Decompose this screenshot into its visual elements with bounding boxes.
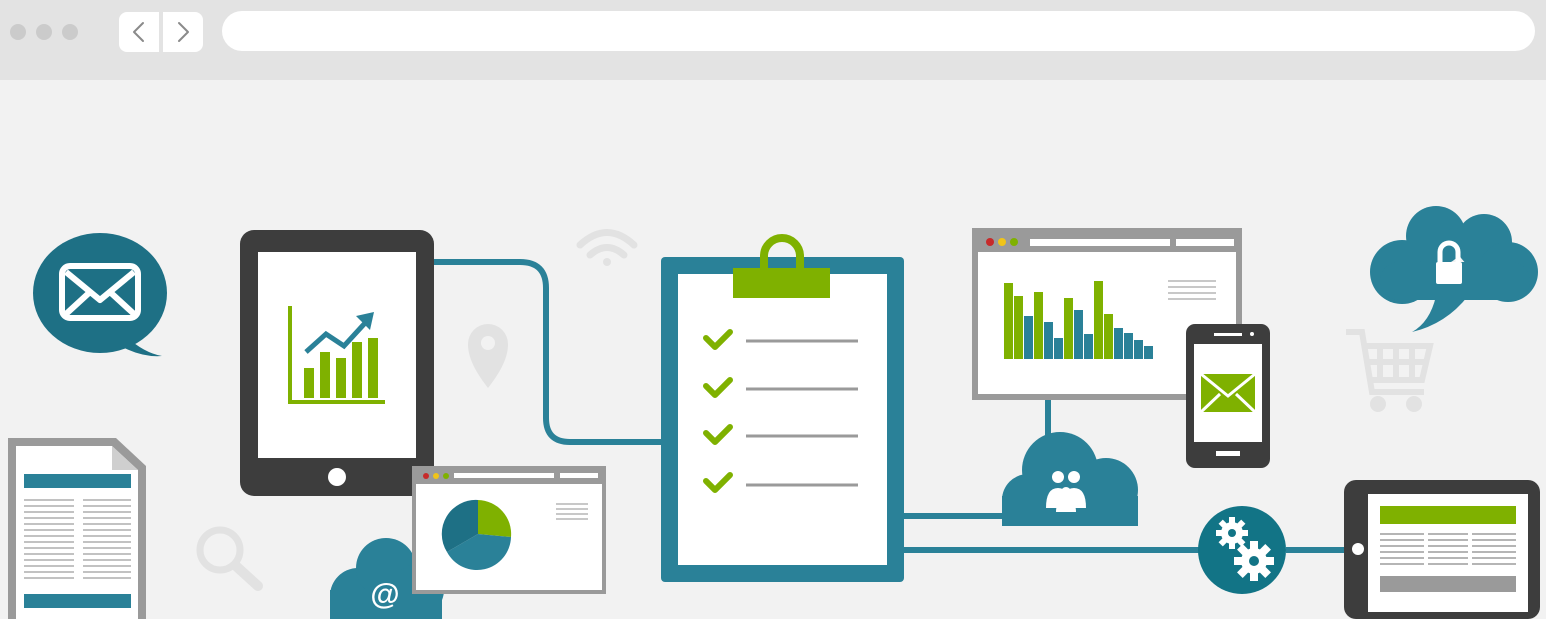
business-illustration: @	[8, 206, 1540, 619]
forward-button[interactable]	[163, 12, 203, 52]
location-pin-icon	[468, 324, 508, 388]
chevron-left-icon	[133, 22, 144, 42]
smartphone-mail-icon	[1186, 324, 1270, 468]
svg-text:@: @	[370, 578, 399, 611]
mail-speech-bubble-icon	[33, 233, 167, 357]
newspaper-document-icon	[8, 438, 146, 619]
browser-toolbar	[0, 0, 1546, 80]
window-dot[interactable]	[62, 24, 78, 40]
back-button[interactable]	[119, 12, 159, 52]
pie-chart-window-icon	[412, 466, 606, 594]
checklist-clipboard-icon	[661, 234, 904, 582]
browser-window: @	[0, 0, 1546, 619]
chevron-right-icon	[178, 22, 189, 42]
address-bar[interactable]	[222, 11, 1535, 51]
window-dot[interactable]	[10, 24, 26, 40]
lock-cloud-icon	[1370, 206, 1538, 332]
shopping-cart-icon	[1346, 329, 1434, 412]
window-dot[interactable]	[36, 24, 52, 40]
people-cloud-icon	[1002, 432, 1138, 526]
gears-icon	[1198, 506, 1286, 594]
wifi-icon	[576, 229, 638, 266]
search-icon	[196, 526, 263, 591]
tablet-growth-chart-icon	[240, 230, 434, 496]
tablet-document-icon	[1344, 480, 1540, 619]
